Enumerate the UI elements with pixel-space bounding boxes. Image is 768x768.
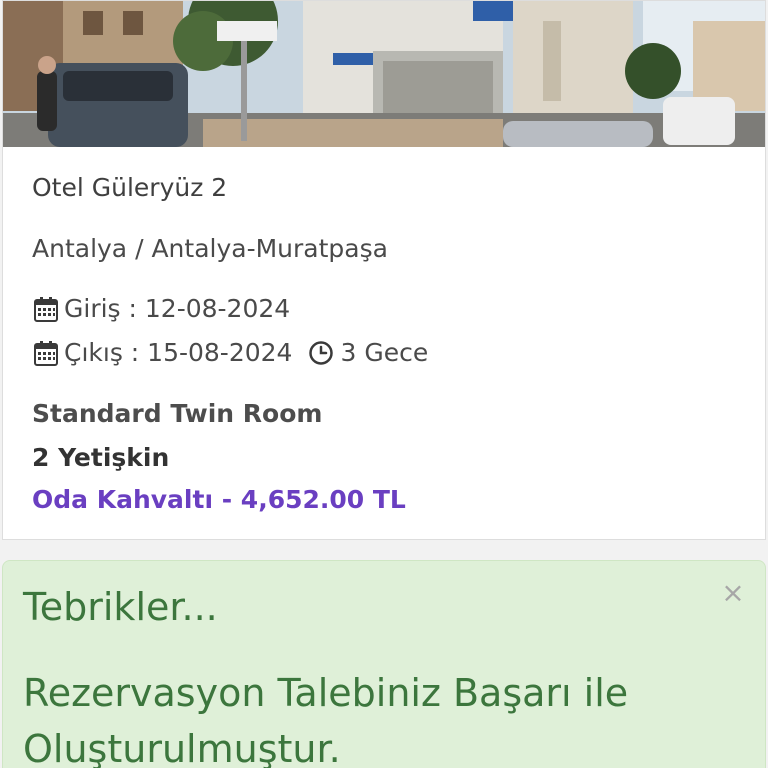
room-type: Standard Twin Room: [32, 399, 323, 428]
checkout-text: Çıkış : 15-08-2024: [64, 338, 293, 367]
checkout-row: Çıkış : 15-08-2024 3 Gece: [32, 338, 428, 367]
screen: Otel Güleryüz 2 Antalya / Antalya-Muratp…: [0, 0, 768, 768]
success-alert: Tebrikler... × Rezervasyon Talebiniz Baş…: [2, 560, 766, 768]
reservation-card: Otel Güleryüz 2 Antalya / Antalya-Muratp…: [2, 0, 766, 540]
calendar-icon: [34, 340, 58, 366]
board-and-price: Oda Kahvaltı - 4,652.00 TL: [32, 485, 406, 514]
guest-count: 2 Yetişkin: [32, 443, 170, 472]
close-button[interactable]: ×: [721, 579, 745, 607]
hotel-location: Antalya / Antalya-Muratpaşa: [32, 234, 388, 263]
alert-message: Rezervasyon Talebiniz Başarı ile Oluştur…: [23, 671, 629, 768]
calendar-icon: [34, 296, 58, 322]
checkin-row: Giriş : 12-08-2024: [32, 294, 290, 323]
hotel-photo: [3, 1, 765, 147]
nights-text: 3 Gece: [340, 338, 429, 367]
clock-icon: [309, 340, 334, 365]
checkin-text: Giriş : 12-08-2024: [64, 294, 291, 323]
hotel-name[interactable]: Otel Güleryüz 2: [32, 173, 227, 202]
alert-title: Tebrikler...: [23, 585, 218, 629]
